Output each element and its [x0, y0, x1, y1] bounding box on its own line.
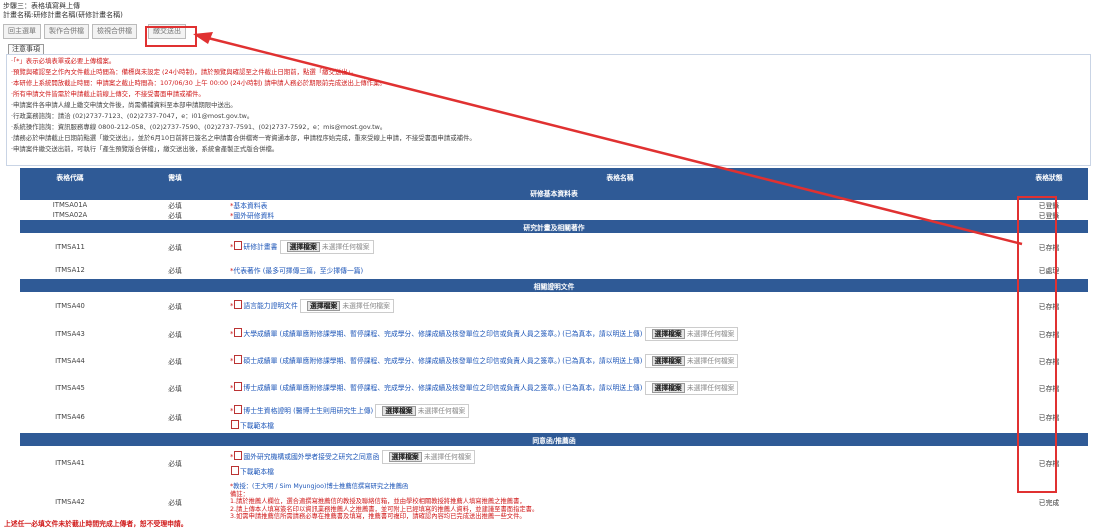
note-line: 3.如需申請推薦信所需請務必專在推薦書及填寫，推薦書可複印，請確認內容均已完成送…	[230, 513, 526, 521]
file-icon	[234, 300, 243, 309]
form-link[interactable]: 碩士成績單 (成績單應附修課學期、暫停課程、完成學分、修課成績及核發單位之印信或…	[243, 357, 642, 365]
form-link[interactable]: 教授：(王大明 / Sim Myungjoo)博士推薦信撰寫研究之推薦函	[233, 483, 408, 490]
file-icon	[234, 327, 243, 337]
form-link[interactable]: 語言能力證明文件	[243, 302, 297, 310]
footer-warning: 上述任一必填文件未於截止時間完成上傳者，恕不受理申請。	[4, 520, 188, 528]
file-picker[interactable]: 選擇檔案 未選擇任何檔案	[375, 404, 470, 418]
file-icon	[234, 241, 243, 250]
choose-file-button[interactable]: 選擇檔案	[651, 328, 685, 339]
submit-highlight	[145, 26, 197, 47]
file-icon	[234, 381, 243, 391]
table-row: ITMSA41 必填 * 國外研究機構或國外學者接受之研究之同意函 選擇檔案 未選…	[20, 446, 1088, 479]
col-header-name: 表格名稱	[230, 168, 1010, 185]
notice-line: ‧系統操作諮詢：資訊服務專線 0800-212-058、(02)2737-759…	[11, 123, 387, 131]
file-icon	[234, 450, 243, 460]
step-title: 步驟三：表格填寫與上傳	[3, 2, 80, 10]
form-link[interactable]: 大學成績單 (成績單應附修課學期、暫停課程、完成學分、修課成績及核發單位之印信或…	[243, 330, 642, 338]
back-to-menu-button[interactable]: 回主選單	[3, 24, 41, 39]
form-link[interactable]: 博士成績單 (成績單應附修課學期、暫停課程、完成學分、修課成績及核發單位之印信或…	[243, 384, 642, 392]
download-icon	[231, 465, 239, 475]
table-row: ITMSA11 必填 * 研修計畫書 選擇檔案 未選擇任何檔案 已存檔	[20, 233, 1088, 261]
table-row: ITMSA01A 必填 *基本資料表 已登錄	[20, 200, 1088, 210]
choose-file-button[interactable]: 選擇檔案	[306, 301, 341, 311]
choose-file-button[interactable]: 選擇檔案	[388, 451, 422, 462]
choose-file-button[interactable]: 選擇檔案	[286, 242, 320, 252]
notice-line: ‧本研修上系統開放截止時間：申請案之截止時間為：107/06/30 上午 00:…	[11, 79, 386, 87]
notice-line: ‧行政業務諮詢：請洽 (02)2737-7123、(02)2737-7047，e…	[11, 112, 254, 120]
status-column-highlight	[1017, 196, 1057, 493]
notice-line: ‧所有申請文件皆需於申請截止前線上傳交，不接受書面申請或補件。	[11, 90, 205, 98]
col-header-required: 需填	[120, 168, 230, 185]
choose-file-button[interactable]: 選擇檔案	[651, 355, 685, 366]
file-picker[interactable]: 選擇檔案 未選擇任何檔案	[279, 240, 374, 254]
page-header: 步驟三：表格填寫與上傳 計畫名稱:研修計畫名稱(研修計畫名稱)	[3, 2, 123, 20]
table-row: ITMSA43 必填 * 大學成績單 (成績單應附修課學期、暫停課程、完成學分、修…	[20, 320, 1088, 347]
notice-line: ‧「*」表示必填表單或必要上傳檔案。	[11, 57, 116, 65]
form-link[interactable]: 國外研究機構或國外學者接受之研究之同意函	[243, 453, 379, 461]
choose-file-button[interactable]: 選擇檔案	[382, 406, 416, 416]
file-picker[interactable]: 選擇檔案 未選擇任何檔案	[644, 353, 739, 368]
table-row: ITMSA02A 必填 *國外研修資料 已登錄	[20, 210, 1088, 220]
form-link[interactable]: 研修計畫書	[243, 243, 277, 251]
table-row: ITMSA40 必填 * 語言能力證明文件 選擇檔案 未選擇任何檔案 已存檔	[20, 292, 1088, 320]
plan-name: 計畫名稱:研修計畫名稱(研修計畫名稱)	[3, 11, 123, 19]
download-icon	[231, 420, 239, 429]
file-icon	[234, 354, 243, 364]
form-link[interactable]: 博士生資格證明 (醫博士生則用研究生上傳)	[243, 407, 373, 415]
col-header-status: 表格狀態	[1010, 168, 1088, 185]
section-header: 相關證明文件	[20, 279, 1088, 292]
download-template-link[interactable]: 下載範本檔	[240, 422, 274, 430]
form-link[interactable]: 代表著作 (最多可擇傳三篇，至少擇傳一篇)	[233, 267, 363, 275]
make-merged-file-button[interactable]: 製作合併檔	[44, 24, 89, 39]
note-line: 1.請於推薦人欄位，選合適撰寫推薦信的教授及聯絡信箱，並由學校相關教授將推薦人填…	[230, 498, 526, 506]
form-link[interactable]: 基本資料表	[233, 202, 267, 210]
notice-panel: ‧「*」表示必填表單或必要上傳檔案。 ‧預覽與確認至之作內文件截止時間為：備標與…	[6, 54, 1091, 166]
file-picker[interactable]: 選擇檔案 未選擇任何檔案	[381, 449, 476, 464]
table-row: ITMSA12 必填 *代表著作 (最多可擇傳三篇，至少擇傳一篇) 已處理	[20, 261, 1088, 279]
file-picker[interactable]: 選擇檔案 未選擇任何檔案	[644, 380, 739, 395]
notice-line: ‧請務必於申請截止日期前點選「繳交送出」，並於6月10日前將已簽名之申請書合併檔…	[11, 134, 476, 142]
view-merged-file-button[interactable]: 檢視合併檔	[92, 24, 137, 39]
table-row: ITMSA44 必填 * 碩士成績單 (成績單應附修課學期、暫停課程、完成學分、修…	[20, 347, 1088, 374]
section-header: 研修基本資料表	[20, 185, 1088, 200]
notice-line: ‧申請案件繳交送出前，可執行「產生預覽版合併檔」，繳交送出後，系統會產製正式版合…	[11, 145, 279, 153]
choose-file-button[interactable]: 選擇檔案	[651, 382, 685, 393]
col-header-code: 表格代碼	[20, 168, 120, 185]
file-picker[interactable]: 選擇檔案 未選擇任何檔案	[644, 326, 739, 341]
notice-line: ‧預覽與確認至之作內文件截止時間為：備標與未設定 (24小時制)，請於預覽與確認…	[11, 68, 358, 76]
section-header: 同意函/推薦函	[20, 433, 1088, 446]
section-header: 研究計畫及相關著作	[20, 220, 1088, 233]
table-row: ITMSA45 必填 * 博士成績單 (成績單應附修課學期、暫停課程、完成學分、修…	[20, 374, 1088, 401]
notice-line: ‧申請案件各申請人線上繳交申請文件後，尚需備補資料至本部申請期限中送出。	[11, 101, 237, 109]
file-picker[interactable]: 選擇檔案 未選擇任何檔案	[299, 299, 394, 313]
download-template-link[interactable]: 下載範本檔	[240, 468, 274, 476]
forms-table: 表格代碼 需填 表格名稱 表格狀態 研修基本資料表 ITMSA01A 必填 *基…	[20, 168, 1088, 525]
file-icon	[234, 405, 243, 414]
form-link[interactable]: 國外研修資料	[233, 212, 274, 220]
table-row: ITMSA46 必填 * 博士生資格證明 (醫博士生則用研究生上傳) 選擇檔案 未…	[20, 401, 1088, 433]
